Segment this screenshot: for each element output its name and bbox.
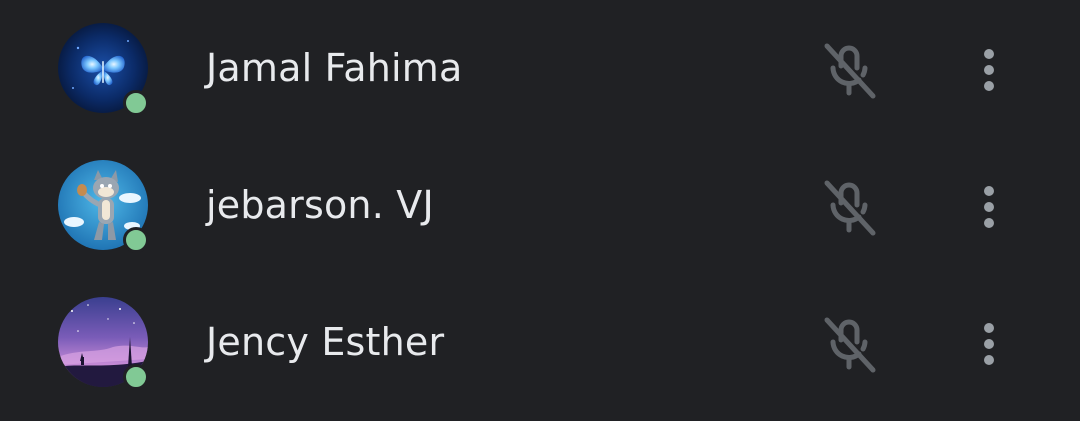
participant-row[interactable]: Jency Esther — [0, 274, 1080, 410]
more-vert-icon — [984, 186, 994, 228]
online-status-dot — [123, 90, 149, 116]
more-vert-icon — [984, 323, 994, 365]
online-status-dot — [123, 227, 149, 253]
online-status-dot — [123, 364, 149, 390]
more-options-button[interactable] — [960, 38, 1018, 102]
more-options-button[interactable] — [960, 312, 1018, 376]
avatar-container — [58, 160, 150, 253]
more-vert-icon — [984, 49, 994, 91]
avatar-container — [58, 23, 150, 116]
participant-name: Jency Esther — [206, 320, 445, 364]
mic-off-icon — [824, 317, 876, 373]
more-options-button[interactable] — [960, 175, 1018, 239]
mic-off-icon — [824, 43, 876, 99]
avatar-container — [58, 297, 150, 390]
participant-name: jebarson. VJ — [206, 183, 434, 227]
mic-button[interactable] — [817, 175, 881, 239]
mic-off-icon — [824, 180, 876, 236]
participants-list: Jamal Fahima jebarson. VJ Jency Esther — [0, 0, 1080, 421]
participant-row[interactable]: jebarson. VJ — [0, 137, 1080, 273]
participant-name: Jamal Fahima — [206, 46, 463, 90]
participant-row[interactable]: Jamal Fahima — [0, 0, 1080, 136]
mic-button[interactable] — [817, 38, 881, 102]
mic-button[interactable] — [817, 312, 881, 376]
